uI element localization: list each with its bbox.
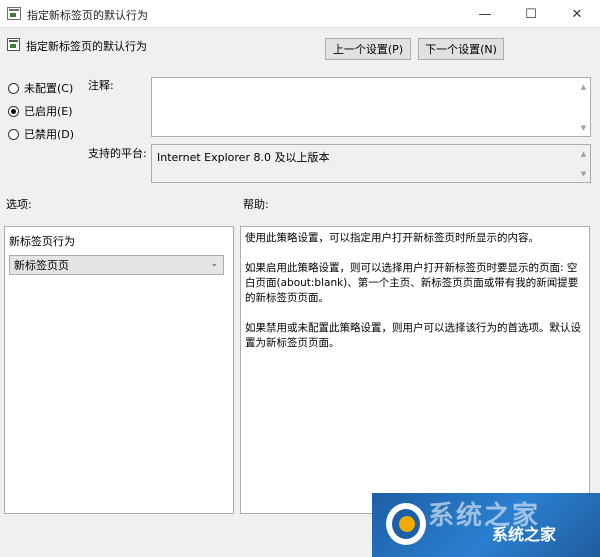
radio-label: 已启用(E): [24, 105, 73, 118]
close-button[interactable]: ✕: [554, 0, 600, 28]
scroll-up-icon[interactable]: ▲: [577, 80, 590, 93]
scroll-up-icon[interactable]: ▲: [577, 147, 590, 160]
help-panel: 使用此策略设置，可以指定用户打开新标签页时所显示的内容。 如果启用此策略设置，则…: [240, 226, 590, 514]
comment-textarea[interactable]: ▲ ▼: [151, 77, 591, 137]
comment-scrollbar[interactable]: ▲ ▼: [577, 78, 590, 136]
comment-label: 注释:: [88, 79, 114, 92]
next-setting-button[interactable]: 下一个设置(N): [418, 38, 504, 60]
radio-circle[interactable]: [8, 82, 19, 94]
help-paragraph: 如果启用此策略设置，则可以选择用户打开新标签页时要显示的页面: 空白页面(abo…: [245, 262, 579, 304]
window-title: 指定新标签页的默认行为: [27, 9, 148, 22]
minimize-button[interactable]: —: [462, 0, 508, 28]
radio-not-configured[interactable]: 未配置(C): [8, 80, 73, 96]
radio-enabled[interactable]: 已启用(E): [8, 103, 73, 119]
help-paragraph: 如果禁用或未配置此策略设置，则用户可以选择该行为的首选项。默认设置为新标签页页面…: [245, 322, 581, 349]
chevron-down-icon: ⌄: [210, 259, 218, 269]
select-value: 新标签页页: [14, 259, 69, 272]
watermark-logo-icon: [386, 503, 426, 545]
new-tab-behavior-select[interactable]: 新标签页页 ⌄: [9, 255, 224, 275]
radio-label: 已禁用(D): [24, 128, 75, 141]
options-label: 选项:: [6, 198, 32, 211]
maximize-icon: ☐: [525, 6, 537, 22]
scroll-down-icon[interactable]: ▼: [577, 167, 590, 180]
policy-icon: [7, 7, 21, 20]
radio-circle[interactable]: [8, 128, 19, 140]
title-bar: 指定新标签页的默认行为 — ☐ ✕: [0, 0, 600, 28]
watermark-text: 系统之家: [492, 525, 557, 544]
new-tab-behavior-label: 新标签页行为: [9, 235, 75, 248]
help-paragraph: 使用此策略设置，可以指定用户打开新标签页时所显示的内容。: [245, 232, 539, 244]
minimize-icon: —: [478, 6, 492, 22]
platform-field: Internet Explorer 8.0 及以上版本 ▲ ▼: [151, 144, 591, 183]
radio-label: 未配置(C): [24, 82, 74, 95]
platform-label: 支持的平台:: [88, 147, 147, 160]
scroll-down-icon[interactable]: ▼: [577, 121, 590, 134]
platform-scrollbar[interactable]: ▲ ▼: [577, 145, 590, 182]
options-panel: 新标签页行为 新标签页页 ⌄: [4, 226, 234, 514]
close-icon: ✕: [571, 6, 583, 22]
radio-disabled[interactable]: 已禁用(D): [8, 126, 74, 142]
maximize-button[interactable]: ☐: [508, 0, 554, 28]
setting-title: 指定新标签页的默认行为: [26, 40, 147, 53]
radio-circle-checked[interactable]: [8, 105, 19, 117]
help-label: 帮助:: [243, 198, 269, 211]
help-text: 使用此策略设置，可以指定用户打开新标签页时所显示的内容。 如果启用此策略设置，则…: [245, 231, 585, 366]
policy-setting-icon: [7, 38, 20, 51]
site-watermark: 系统之家 系统之家: [372, 493, 600, 557]
previous-setting-button[interactable]: 上一个设置(P): [325, 38, 411, 60]
platform-value: Internet Explorer 8.0 及以上版本: [157, 151, 330, 164]
